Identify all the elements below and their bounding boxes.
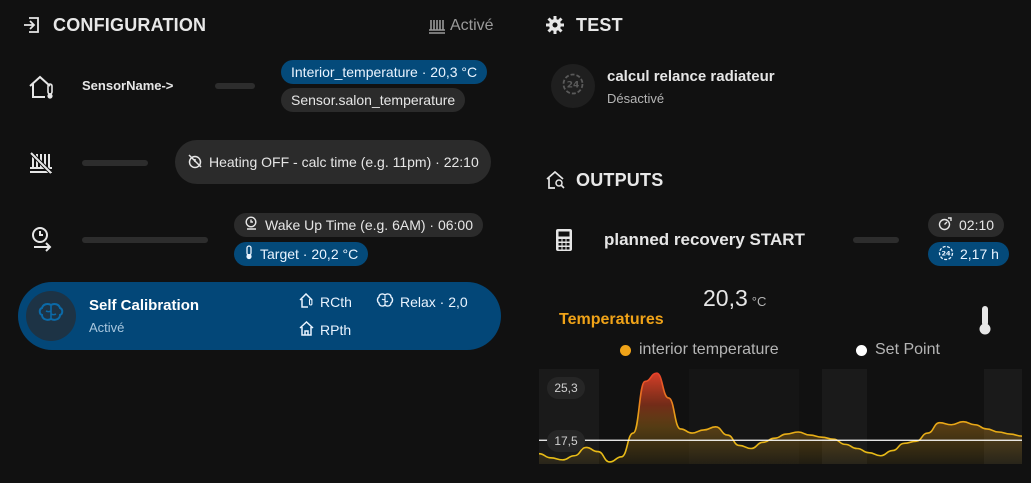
rpth-label: RPth <box>320 322 352 338</box>
test-item-title[interactable]: calcul relance radiateur <box>607 68 775 85</box>
brain-icon <box>38 302 64 331</box>
rcth-item: RCth <box>299 292 352 311</box>
interior-temperature-pill[interactable]: Interior_temperature · 20,3 °C <box>281 60 488 84</box>
legend-interior[interactable]: interior temperature <box>620 341 779 359</box>
svg-text:24: 24 <box>567 80 580 90</box>
home-temp-icon <box>299 292 314 311</box>
svg-text:24: 24 <box>941 249 951 257</box>
y-bottom-text: 17,5 <box>554 434 578 448</box>
legend-setpoint-dot <box>856 344 867 356</box>
test-title: TEST <box>576 15 623 35</box>
hours-pill[interactable]: 24 2,17 h <box>928 242 1009 266</box>
legend-setpoint[interactable]: Set Point <box>856 341 940 359</box>
legend-setpoint-label: Set Point <box>875 341 940 358</box>
clock-arrow-icon <box>30 226 54 252</box>
relax-item: Relax · 2,0 <box>376 293 468 311</box>
wakeup-slider[interactable] <box>82 237 208 243</box>
sensor-name-label: SensorName-> <box>82 78 174 93</box>
planned-recovery-slider[interactable] <box>853 237 899 243</box>
calculator-icon <box>555 228 573 252</box>
outputs-title: OUTPUTS <box>576 170 664 190</box>
planned-recovery-label: planned recovery START <box>604 230 805 249</box>
time-text: 02:10 <box>959 217 995 233</box>
rcth-label: RCth <box>320 294 352 310</box>
thermometer-large-icon <box>977 305 993 335</box>
hours-24-small-icon: 24 <box>938 245 954 264</box>
login-icon <box>22 15 42 35</box>
y-label-bottom: 17,5 <box>547 430 585 452</box>
sensor-slider[interactable] <box>215 83 255 89</box>
y-label-top: 25,3 <box>547 377 585 399</box>
temperature-value: 20,3 °C <box>703 285 766 312</box>
self-calibration-title: Self Calibration <box>89 297 200 314</box>
wake-up-text: Wake Up Time (e.g. 6AM) · 06:00 <box>265 217 473 233</box>
hours-text: 2,17 h <box>960 246 999 262</box>
test-item-icon-circle[interactable]: 24 <box>551 64 595 108</box>
configuration-title: CONFIGURATION <box>53 15 207 35</box>
y-top-text: 25,3 <box>554 381 578 395</box>
configuration-status[interactable]: Activé <box>450 17 494 35</box>
timer-off-icon <box>187 153 203 172</box>
legend-interior-label: interior temperature <box>639 341 779 358</box>
target-text: Target · 20,2 °C <box>260 246 359 262</box>
heating-off-text: Heating OFF - calc time (e.g. 11pm) · 22… <box>209 154 479 170</box>
self-calibration-status: Activé <box>89 320 125 335</box>
timer-icon <box>938 216 953 234</box>
relax-label: Relax · 2,0 <box>400 294 468 310</box>
time-pill[interactable]: 02:10 <box>928 213 1005 237</box>
temperatures-title: Temperatures <box>559 311 664 328</box>
clock-icon <box>244 216 259 234</box>
target-pill[interactable]: Target · 20,2 °C <box>234 242 369 266</box>
cog-icon <box>545 15 565 35</box>
home-thermometer-icon <box>28 74 56 100</box>
temperature-unit: °C <box>751 294 767 309</box>
home-search-icon <box>546 171 566 189</box>
radiator-icon <box>428 17 446 35</box>
self-calibration-card[interactable]: Self Calibration Activé RCth RPth Relax … <box>18 282 501 350</box>
home-outline-icon <box>299 320 314 339</box>
radiator-off-icon <box>28 150 54 176</box>
temperature-chart: 25,3 17,5 <box>539 369 1022 464</box>
rpth-item: RPth <box>299 320 352 339</box>
temperature-number: 20,3 <box>703 285 748 311</box>
legend-interior-dot <box>620 344 631 356</box>
wake-up-pill[interactable]: Wake Up Time (e.g. 6AM) · 06:00 <box>234 213 483 237</box>
hours-24-icon: 24 <box>561 72 585 101</box>
heating-slider[interactable] <box>82 160 148 166</box>
test-item-status: Désactivé <box>607 91 665 106</box>
heating-off-pill[interactable]: Heating OFF - calc time (e.g. 11pm) · 22… <box>175 140 491 184</box>
sensor-pill[interactable]: Sensor.salon_temperature <box>281 88 466 112</box>
brain-small-icon <box>376 293 394 311</box>
thermometer-icon <box>244 245 254 263</box>
brain-icon-circle <box>26 291 76 341</box>
